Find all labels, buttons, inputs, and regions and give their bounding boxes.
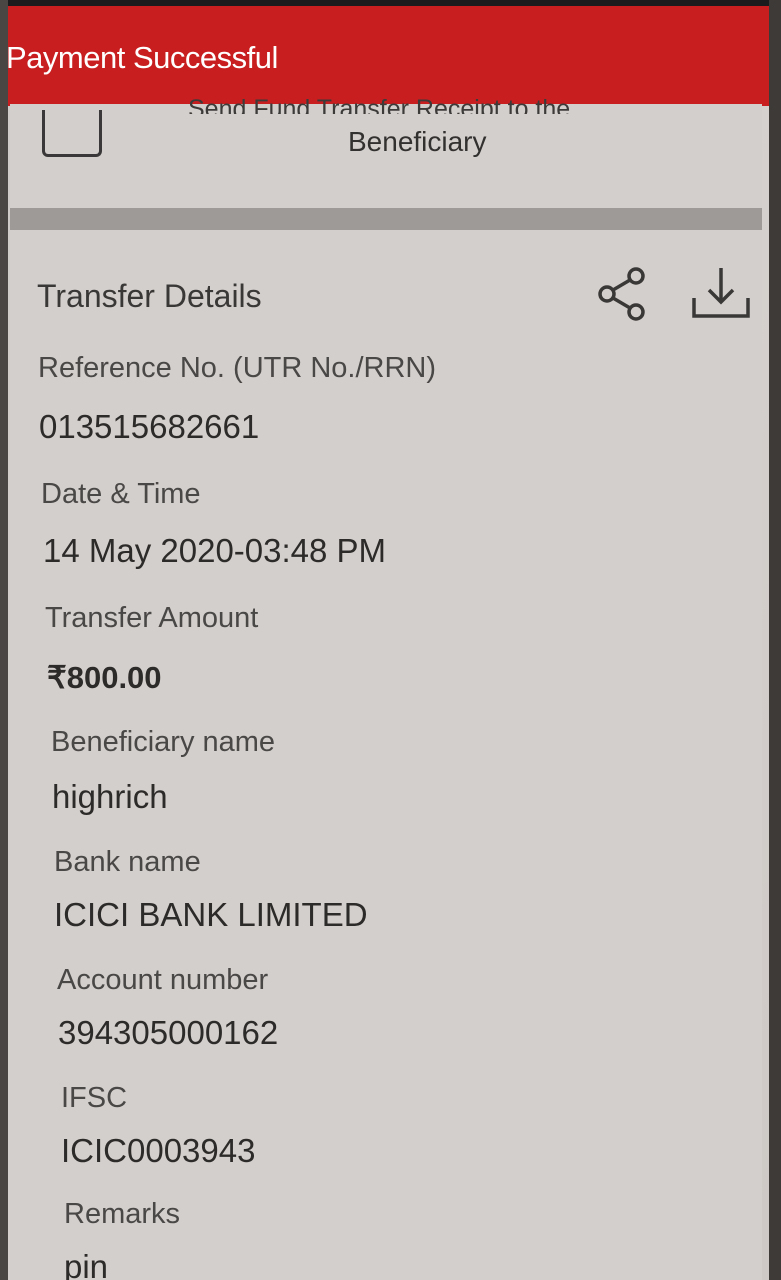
device-edge-left — [0, 0, 8, 1280]
share-icon[interactable] — [594, 266, 652, 326]
transfer-details-card: Transfer Details Reference No. (UTR No./… — [10, 230, 762, 1280]
account-label: Account number — [57, 964, 269, 996]
account-value: 394305000162 — [58, 1014, 279, 1051]
app-header: Payment Successful — [0, 6, 781, 106]
section-title: Transfer Details — [37, 278, 262, 314]
datetime-value: 14 May 2020-03:48 PM — [43, 532, 387, 569]
datetime-label: Date & Time — [41, 478, 201, 510]
amount-value: ₹800.00 — [47, 660, 162, 695]
ifsc-label: IFSC — [61, 1082, 128, 1114]
bank-value: ICICI BANK LIMITED — [54, 896, 368, 933]
beneficiary-label: Beneficiary name — [51, 726, 276, 758]
remarks-value: pin — [64, 1248, 109, 1280]
receipt-option-label: Beneficiary — [348, 126, 487, 157]
device-edge-right — [769, 0, 781, 1280]
send-receipt-checkbox[interactable] — [42, 110, 102, 157]
reference-label: Reference No. (UTR No./RRN) — [38, 352, 437, 384]
section-divider — [10, 208, 762, 230]
screen: Payment Successful Send Fund Transfer Re… — [0, 0, 781, 1280]
amount-label: Transfer Amount — [45, 602, 259, 634]
bank-label: Bank name — [54, 846, 201, 878]
download-icon[interactable] — [690, 264, 752, 324]
ifsc-value: ICIC0003943 — [61, 1132, 256, 1169]
page-title: Payment Successful — [6, 40, 278, 75]
receipt-option-card: Send Fund Transfer Receipt to the Benefi… — [10, 98, 762, 208]
beneficiary-value: highrich — [52, 778, 168, 815]
reference-value: 013515682661 — [39, 408, 260, 445]
remarks-label: Remarks — [64, 1198, 181, 1230]
receipt-option-label-clipped: Send Fund Transfer Receipt to the — [188, 98, 571, 114]
